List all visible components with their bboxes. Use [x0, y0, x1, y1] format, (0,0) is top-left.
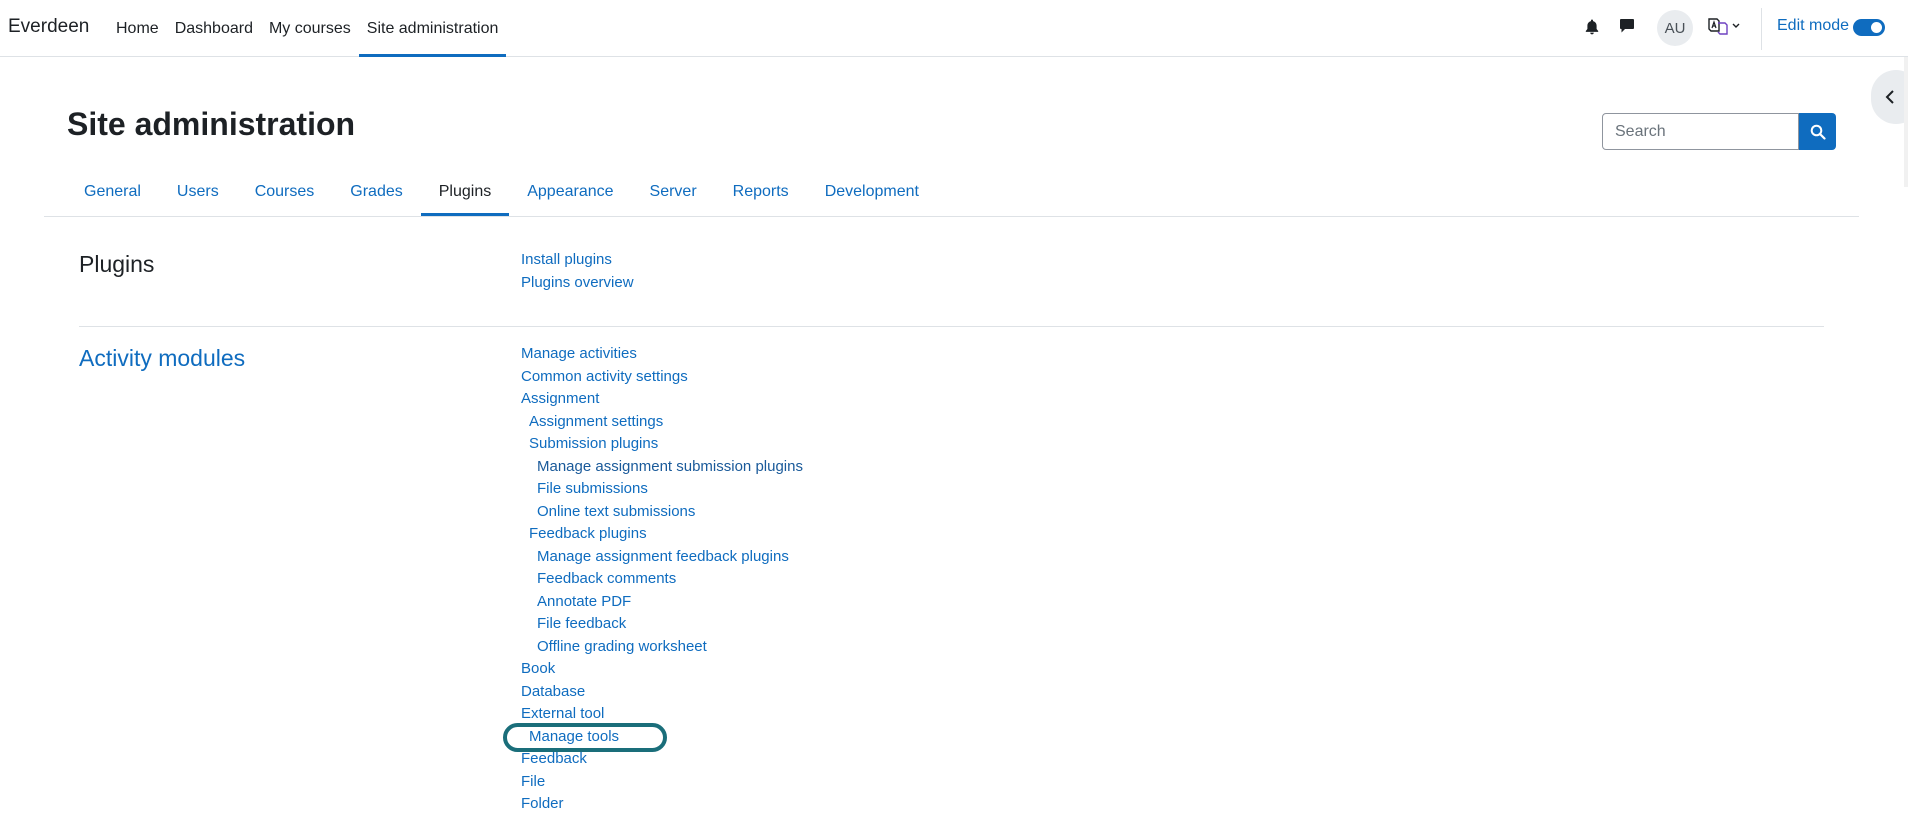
open-drawer-button[interactable] [1871, 70, 1908, 124]
search-input[interactable] [1602, 113, 1799, 150]
link-folder[interactable]: Folder [521, 793, 803, 816]
nav-site-administration[interactable]: Site administration [358, 0, 507, 57]
navbar-divider [1761, 8, 1762, 50]
link-feedback-comments[interactable]: Feedback comments [521, 568, 803, 591]
link-online-text-submissions[interactable]: Online text submissions [521, 501, 803, 524]
tabs-divider [44, 216, 1859, 217]
bell-icon[interactable] [1585, 19, 1599, 35]
tab-reports[interactable]: Reports [715, 168, 807, 216]
user-avatar[interactable]: AU [1657, 10, 1693, 46]
chevron-down-icon [1732, 23, 1740, 28]
section-title-activity-modules[interactable]: Activity modules [79, 345, 245, 372]
edit-mode-toggle[interactable] [1853, 19, 1885, 36]
link-assignment-settings[interactable]: Assignment settings [521, 411, 803, 434]
link-feedback-plugins[interactable]: Feedback plugins [521, 523, 803, 546]
page-title: Site administration [67, 106, 356, 142]
section-title-plugins: Plugins [79, 251, 155, 277]
link-file-feedback[interactable]: File feedback [521, 613, 803, 636]
top-navbar: Everdeen Home Dashboard My courses Site … [0, 0, 1908, 57]
link-database[interactable]: Database [521, 681, 803, 704]
tab-development[interactable]: Development [807, 168, 937, 216]
link-manage-assignment-feedback-plugins[interactable]: Manage assignment feedback plugins [521, 546, 803, 569]
link-file[interactable]: File [521, 771, 803, 794]
link-manage-assignment-submission-plugins[interactable]: Manage assignment submission plugins [521, 456, 803, 479]
link-submission-plugins[interactable]: Submission plugins [521, 433, 803, 456]
tab-plugins[interactable]: Plugins [420, 168, 510, 216]
link-annotate-pdf[interactable]: Annotate PDF [521, 591, 803, 614]
link-file-submissions[interactable]: File submissions [521, 478, 803, 501]
link-manage-activities[interactable]: Manage activities [521, 343, 803, 366]
chat-icon[interactable] [1619, 18, 1635, 34]
tab-courses[interactable]: Courses [237, 168, 333, 216]
link-offline-grading-worksheet[interactable]: Offline grading worksheet [521, 636, 803, 659]
edit-mode-label[interactable]: Edit mode [1777, 17, 1849, 35]
tab-server[interactable]: Server [632, 168, 715, 216]
site-brand[interactable]: Everdeen [8, 16, 89, 38]
plugins-links: Install plugins Plugins overview [521, 249, 634, 294]
search-button[interactable] [1799, 113, 1836, 150]
link-plugins-overview[interactable]: Plugins overview [521, 272, 634, 295]
link-manage-tools[interactable]: Manage tools [521, 726, 803, 749]
search-icon [1810, 124, 1826, 140]
chevron-left-icon [1885, 90, 1894, 104]
link-external-tool[interactable]: External tool [521, 703, 803, 726]
language-icon [1708, 18, 1728, 35]
section-divider [79, 326, 1824, 327]
tab-grades[interactable]: Grades [332, 168, 420, 216]
nav-dashboard[interactable]: Dashboard [167, 0, 261, 57]
language-menu[interactable] [1707, 15, 1743, 39]
nav-home[interactable]: Home [108, 0, 167, 57]
primary-navigation: Home Dashboard My courses Site administr… [108, 0, 507, 57]
link-install-plugins[interactable]: Install plugins [521, 249, 634, 272]
link-common-activity-settings[interactable]: Common activity settings [521, 366, 803, 389]
link-feedback[interactable]: Feedback [521, 748, 803, 771]
tab-users[interactable]: Users [159, 168, 237, 216]
tab-appearance[interactable]: Appearance [509, 168, 631, 216]
link-assignment[interactable]: Assignment [521, 388, 803, 411]
admin-tabs: General Users Courses Grades Plugins App… [66, 168, 937, 216]
link-book[interactable]: Book [521, 658, 803, 681]
tab-general[interactable]: General [66, 168, 159, 216]
page-scrollbar[interactable] [1904, 57, 1908, 187]
nav-my-courses[interactable]: My courses [261, 0, 359, 57]
activity-modules-links: Manage activities Common activity settin… [521, 343, 803, 816]
